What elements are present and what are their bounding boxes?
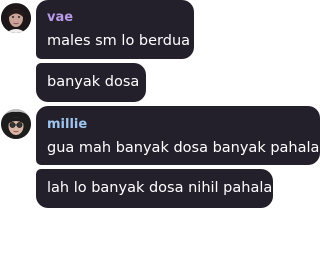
sender-name[interactable]: vae [47, 10, 73, 25]
user-avatar-icon [1, 109, 31, 139]
message-bubble[interactable]: millie gua mah banyak dosa banyak pahala [36, 106, 320, 165]
message-text: banyak dosa [47, 74, 140, 90]
sender-name[interactable]: millie [47, 117, 87, 132]
message-bubble[interactable]: vae males sm lo berdua [36, 0, 194, 59]
avatar-vae[interactable] [1, 3, 31, 33]
avatar-millie[interactable] [1, 109, 31, 139]
message-bubble[interactable]: lah lo banyak dosa nihil pahala [36, 169, 273, 208]
message-text: lah lo banyak dosa nihil pahala [47, 180, 273, 196]
user-avatar-icon [1, 3, 31, 33]
message-text: gua mah banyak dosa banyak pahala [47, 140, 320, 156]
message-bubble[interactable]: banyak dosa [36, 63, 146, 102]
message-text: males sm lo berdua [47, 33, 191, 49]
